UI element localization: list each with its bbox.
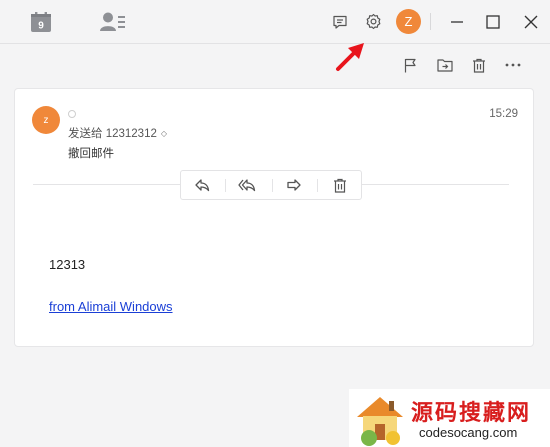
user-avatar-letter: Z	[404, 14, 413, 29]
house-logo-icon	[357, 397, 403, 446]
reply-all-icon[interactable]	[238, 176, 256, 194]
chat-icon[interactable]	[331, 13, 348, 30]
calendar-day: 9	[38, 21, 44, 32]
sender-avatar-letter: z	[43, 114, 49, 126]
close-icon[interactable]	[523, 14, 539, 30]
watermark-title: 源码搜藏网	[411, 401, 532, 426]
divider	[272, 179, 273, 192]
sender-avatar[interactable]: z	[32, 106, 60, 134]
divider	[430, 13, 431, 30]
divider	[317, 179, 318, 192]
move-to-folder-icon[interactable]	[436, 57, 453, 73]
watermark-url: codesocang.com	[419, 425, 518, 440]
flag-icon[interactable]	[402, 57, 418, 73]
settings-icon[interactable]	[364, 12, 382, 30]
watermark: 源码搜藏网 codesocang.com	[349, 389, 550, 447]
more-icon[interactable]	[504, 57, 522, 73]
recipient-line[interactable]: 发送给 12312312 ◇	[68, 125, 167, 141]
message-actions	[180, 170, 362, 200]
message-body-text: 12313	[49, 257, 86, 272]
minimize-icon[interactable]	[449, 14, 465, 30]
reply-icon[interactable]	[193, 176, 211, 194]
calendar-icon[interactable]: 9	[29, 10, 53, 34]
forward-icon[interactable]	[285, 176, 303, 194]
contacts-icon[interactable]	[99, 10, 127, 34]
maximize-icon[interactable]	[485, 14, 501, 30]
message-time: 15:29	[489, 108, 518, 120]
message-subject: 撤回邮件	[68, 148, 114, 160]
delete-icon[interactable]	[471, 57, 487, 73]
status-dot-icon	[68, 110, 76, 118]
title-bar: 9 Z	[0, 0, 550, 44]
recipient-text: 发送给 12312312	[68, 128, 157, 140]
delete-icon[interactable]	[331, 176, 349, 194]
message-card: z 发送给 12312312 ◇ 撤回邮件 15:29 12313 from A…	[14, 88, 534, 347]
user-avatar[interactable]: Z	[396, 9, 421, 34]
divider	[225, 179, 226, 192]
annotation-arrow-icon	[333, 38, 369, 74]
signature-link[interactable]: from Alimail Windows	[49, 299, 173, 314]
chevron-updown-icon[interactable]: ◇	[161, 129, 167, 138]
